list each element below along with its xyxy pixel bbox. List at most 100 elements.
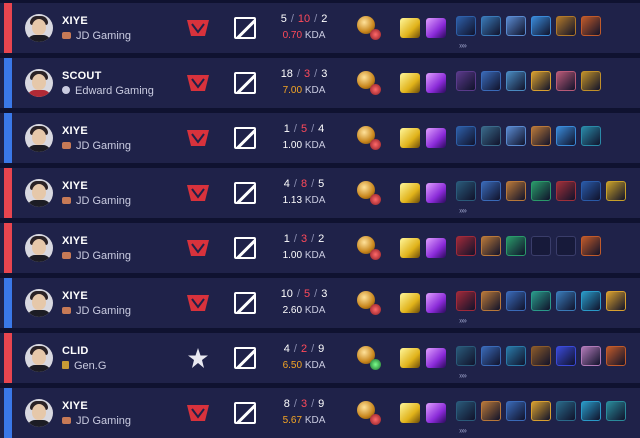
item-icon[interactable] [556, 181, 576, 201]
expand-chevron-icon[interactable]: »» [459, 41, 467, 50]
item-icon[interactable] [581, 126, 601, 146]
summoner-spell-icon[interactable] [426, 403, 446, 423]
champion-icon[interactable] [234, 237, 256, 259]
summoner-spell-flash-icon[interactable] [400, 18, 420, 38]
item-icon[interactable] [581, 291, 601, 311]
summoner-spell-icon[interactable] [426, 128, 446, 148]
player-name[interactable]: XIYE [62, 125, 88, 137]
match-row[interactable]: XIYE JD Gaming 1/5/4 1.00 KDA [0, 113, 640, 163]
runes-icon[interactable] [357, 71, 381, 95]
item-icon[interactable] [506, 126, 526, 146]
match-row[interactable]: XIYE JD Gaming 1/3/2 1.00 KDA [0, 223, 640, 273]
summoner-spell-flash-icon[interactable] [400, 128, 420, 148]
item-icon[interactable] [456, 346, 476, 366]
item-icon[interactable] [456, 181, 476, 201]
item-icon[interactable] [456, 16, 476, 36]
player-name[interactable]: XIYE [62, 400, 88, 412]
item-icon[interactable] [556, 346, 576, 366]
item-icon[interactable] [506, 346, 526, 366]
item-icon[interactable] [506, 401, 526, 421]
item-icon[interactable] [456, 126, 476, 146]
summoner-spell-flash-icon[interactable] [400, 183, 420, 203]
item-icon[interactable] [606, 401, 626, 421]
item-icon[interactable] [531, 16, 551, 36]
player-avatar[interactable] [25, 289, 53, 317]
item-icon[interactable] [456, 236, 476, 256]
champion-icon[interactable] [234, 72, 256, 94]
expand-chevron-icon[interactable]: »» [459, 316, 467, 325]
item-icon[interactable] [506, 181, 526, 201]
expand-chevron-icon[interactable]: »» [459, 426, 467, 435]
player-avatar[interactable] [25, 344, 53, 372]
champion-icon[interactable] [234, 292, 256, 314]
item-icon[interactable] [531, 346, 551, 366]
player-avatar[interactable] [25, 14, 53, 42]
summoner-spell-icon[interactable] [426, 238, 446, 258]
item-icon[interactable] [581, 236, 601, 256]
champion-icon[interactable] [234, 182, 256, 204]
item-icon[interactable] [456, 71, 476, 91]
match-row[interactable]: CLID Gen.G 4/2/9 6.50 KDA »» [0, 333, 640, 383]
player-name[interactable]: XIYE [62, 15, 88, 27]
expand-chevron-icon[interactable]: »» [459, 371, 467, 380]
item-icon[interactable] [606, 291, 626, 311]
item-icon[interactable] [556, 126, 576, 146]
summoner-spell-flash-icon[interactable] [400, 348, 420, 368]
player-name[interactable]: CLID [62, 345, 88, 357]
item-icon[interactable] [481, 16, 501, 36]
item-icon[interactable] [556, 16, 576, 36]
player-avatar[interactable] [25, 399, 53, 427]
item-icon[interactable] [581, 401, 601, 421]
item-icon[interactable] [506, 291, 526, 311]
runes-icon[interactable] [357, 126, 381, 150]
item-icon[interactable] [581, 346, 601, 366]
match-row[interactable]: XIYE JD Gaming 4/8/5 1.13 KDA »» [0, 168, 640, 218]
player-avatar[interactable] [25, 124, 53, 152]
runes-icon[interactable] [357, 16, 381, 40]
match-row[interactable]: XIYE JD Gaming 8/3/9 5.67 KDA »» [0, 388, 640, 438]
champion-icon[interactable] [234, 347, 256, 369]
champion-icon[interactable] [234, 402, 256, 424]
player-avatar[interactable] [25, 179, 53, 207]
summoner-spell-icon[interactable] [426, 183, 446, 203]
item-icon[interactable] [581, 181, 601, 201]
item-icon[interactable] [581, 16, 601, 36]
match-row[interactable]: SCOUT Edward Gaming 18/3/3 7.00 KDA [0, 58, 640, 108]
item-icon[interactable] [531, 181, 551, 201]
player-name[interactable]: XIYE [62, 180, 88, 192]
item-icon[interactable] [481, 346, 501, 366]
item-icon[interactable] [456, 401, 476, 421]
item-icon[interactable] [481, 181, 501, 201]
item-icon[interactable] [606, 346, 626, 366]
runes-icon[interactable] [357, 346, 381, 370]
item-icon[interactable] [481, 236, 501, 256]
summoner-spell-icon[interactable] [426, 348, 446, 368]
player-avatar[interactable] [25, 69, 53, 97]
player-name[interactable]: XIYE [62, 235, 88, 247]
runes-icon[interactable] [357, 401, 381, 425]
player-name[interactable]: XIYE [62, 290, 88, 302]
summoner-spell-icon[interactable] [426, 73, 446, 93]
summoner-spell-icon[interactable] [426, 18, 446, 38]
match-row[interactable]: XIYE JD Gaming 5/10/2 0.70 KDA»» [0, 3, 640, 53]
player-avatar[interactable] [25, 234, 53, 262]
runes-icon[interactable] [357, 236, 381, 260]
item-icon[interactable] [531, 126, 551, 146]
item-icon[interactable] [481, 71, 501, 91]
item-icon[interactable] [581, 71, 601, 91]
champion-icon[interactable] [234, 17, 256, 39]
summoner-spell-icon[interactable] [426, 293, 446, 313]
item-icon[interactable] [481, 291, 501, 311]
item-icon[interactable] [481, 401, 501, 421]
item-icon[interactable] [556, 71, 576, 91]
player-name[interactable]: SCOUT [62, 70, 102, 82]
runes-icon[interactable] [357, 181, 381, 205]
champion-icon[interactable] [234, 127, 256, 149]
item-icon[interactable] [606, 181, 626, 201]
item-icon[interactable] [506, 236, 526, 256]
item-icon[interactable] [481, 126, 501, 146]
summoner-spell-flash-icon[interactable] [400, 403, 420, 423]
item-icon[interactable] [506, 16, 526, 36]
item-icon[interactable] [506, 71, 526, 91]
summoner-spell-flash-icon[interactable] [400, 293, 420, 313]
